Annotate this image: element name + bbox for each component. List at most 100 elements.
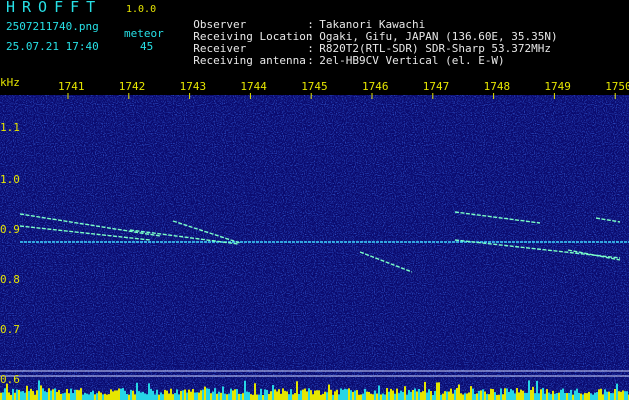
histogram-bar	[556, 393, 558, 400]
histogram-bar	[170, 388, 172, 400]
histogram-bar	[512, 390, 514, 400]
histogram-bar	[538, 393, 540, 400]
histogram-bar	[188, 389, 190, 400]
histogram-bar	[592, 394, 594, 400]
histogram-bar	[418, 388, 420, 400]
histogram-bar	[544, 393, 546, 400]
histogram-bar	[336, 389, 338, 400]
app-logo: HROFFT	[6, 0, 103, 16]
histogram-bar	[398, 393, 400, 400]
histogram-bar	[342, 389, 344, 400]
histogram-bar	[312, 394, 314, 400]
histogram-bar	[390, 388, 392, 400]
histogram-bar	[32, 391, 34, 400]
histogram-bar	[318, 390, 320, 400]
histogram-bar	[62, 393, 64, 400]
histogram-bar	[78, 390, 80, 400]
time-tick-label: 1744	[240, 80, 267, 93]
time-tick-label: 1749	[544, 80, 571, 93]
freq-tick-label: 1.0	[0, 173, 20, 186]
histogram-bar	[72, 393, 74, 400]
histogram-bar	[338, 394, 340, 400]
histogram-bar	[24, 392, 26, 400]
histogram-bar	[610, 393, 612, 400]
histogram-bar	[408, 390, 410, 400]
histogram-bar	[606, 391, 608, 400]
histogram-bar	[328, 384, 330, 400]
histogram-bar	[234, 389, 236, 400]
histogram-bar	[210, 393, 212, 400]
freq-tick-label: 0.7	[0, 323, 20, 336]
histogram-bar	[294, 393, 296, 400]
histogram-bar	[118, 388, 120, 400]
histogram-bar	[240, 393, 242, 400]
histogram-bar	[386, 388, 388, 400]
histogram-bar	[2, 392, 4, 400]
histogram-bar	[364, 388, 366, 400]
histogram-bar	[346, 389, 348, 400]
histogram-bar	[40, 385, 42, 400]
histogram-bar	[442, 393, 444, 400]
info-separator: :	[307, 54, 314, 67]
histogram-bar	[134, 394, 136, 400]
histogram-bar	[480, 390, 482, 400]
info-value: 2el-HB9CV Vertical (el. E-W)	[319, 54, 505, 67]
histogram-bar	[34, 394, 36, 400]
histogram-bar	[272, 385, 274, 400]
histogram-bar	[314, 390, 316, 400]
histogram-bar	[54, 388, 56, 400]
histogram-bar	[194, 392, 196, 400]
histogram-bar	[66, 389, 68, 400]
histogram-bar	[358, 394, 360, 400]
histogram-bar	[84, 392, 86, 400]
histogram-bar	[296, 381, 298, 400]
histogram-bar	[618, 391, 620, 400]
histogram-bar	[204, 386, 206, 400]
histogram-bar	[310, 390, 312, 400]
info-antenna: Receiving antenna: 2el-HB9CV Vertical (el…	[180, 41, 505, 67]
histogram-bar	[526, 393, 528, 400]
histogram-bar	[236, 389, 238, 400]
histogram-bar	[152, 390, 154, 400]
histogram-bar	[620, 391, 622, 400]
histogram-bar	[38, 380, 40, 400]
histogram-bar	[28, 391, 30, 400]
histogram-bar	[378, 385, 380, 400]
histogram-bar	[124, 390, 126, 400]
histogram-bar	[12, 388, 14, 400]
histogram-bar	[30, 388, 32, 400]
histogram-bar	[464, 393, 466, 400]
histogram-bar	[568, 392, 570, 400]
histogram-bar	[444, 391, 446, 400]
histogram-bar	[186, 392, 188, 400]
histogram-bar	[492, 389, 494, 400]
spectrogram	[0, 93, 629, 400]
histogram-bar	[440, 394, 442, 400]
histogram-bar	[470, 386, 472, 400]
histogram-bar	[174, 393, 176, 400]
freq-tick-label: 0.8	[0, 273, 20, 286]
histogram-bar	[508, 391, 510, 400]
histogram-bar	[284, 390, 286, 400]
histogram-bar	[362, 393, 364, 400]
histogram-bar	[256, 394, 258, 400]
histogram-bar	[164, 389, 166, 400]
histogram-bar	[266, 389, 268, 400]
freq-tick-label: 0.6	[0, 373, 20, 386]
histogram-bar	[304, 388, 306, 400]
histogram-bar	[360, 394, 362, 400]
histogram-bar	[402, 391, 404, 400]
histogram-bar	[388, 391, 390, 400]
time-tick-label: 1747	[422, 80, 450, 93]
histogram-bar	[458, 384, 460, 400]
histogram-bar	[120, 388, 122, 400]
histogram-bar	[344, 388, 346, 400]
histogram-bar	[268, 393, 270, 400]
histogram-bar	[594, 392, 596, 400]
histogram-bar	[446, 391, 448, 400]
histogram-bar	[198, 392, 200, 400]
histogram-bar	[604, 389, 606, 400]
histogram-bar	[602, 394, 604, 400]
histogram-bar	[116, 390, 118, 400]
time-tick-label: 1746	[362, 80, 389, 93]
